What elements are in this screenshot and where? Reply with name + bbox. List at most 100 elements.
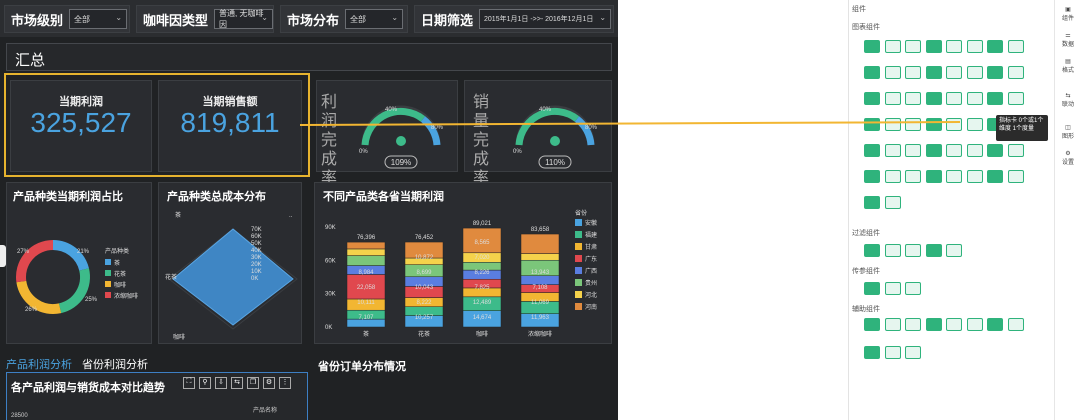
component-icon[interactable] <box>884 346 901 359</box>
component-icon[interactable] <box>987 144 1003 157</box>
component-icon[interactable] <box>925 144 942 157</box>
component-icon[interactable] <box>864 346 880 359</box>
component-icon[interactable] <box>884 170 901 183</box>
strip-data[interactable]: ⚌ 数据 <box>1055 32 1080 48</box>
component-icon[interactable] <box>884 318 901 331</box>
component-icon[interactable] <box>905 170 921 183</box>
component-icon[interactable] <box>966 92 983 105</box>
component-icon[interactable] <box>966 118 983 131</box>
strip-shape[interactable]: ◫ 图形 <box>1055 124 1080 140</box>
component-icon[interactable] <box>884 40 901 53</box>
component-icon[interactable] <box>864 66 880 79</box>
component-icon[interactable] <box>925 66 942 79</box>
component-icon[interactable] <box>966 144 983 157</box>
component-icon[interactable] <box>1007 144 1024 157</box>
component-icon[interactable] <box>884 92 901 105</box>
component-icon[interactable] <box>864 318 880 331</box>
component-icon[interactable] <box>966 170 983 183</box>
strip-link[interactable]: ⇆ 联动 <box>1055 92 1080 108</box>
component-icon[interactable] <box>905 144 921 157</box>
legend-swatch <box>105 281 111 287</box>
component-icon[interactable] <box>884 244 901 257</box>
component-icon[interactable] <box>987 40 1003 53</box>
filter-icon[interactable]: ⚲ <box>199 377 211 389</box>
strip-component[interactable]: ▣ 组件 <box>1055 6 1080 22</box>
component-icon[interactable] <box>946 40 962 53</box>
component-icon[interactable] <box>864 40 880 53</box>
component-icon[interactable] <box>925 118 942 131</box>
stacked-bar-card[interactable]: 不同产品类各省当期利润 90K 60K 30K 0K 76,396 茶 7,107 10,11… <box>314 182 612 344</box>
bar-total: 89,021 <box>473 221 492 227</box>
gauge-card-sales[interactable]: 销量完成率 0% 40% 80% 110% <box>464 80 612 187</box>
component-icon[interactable] <box>905 92 921 105</box>
component-icon[interactable] <box>966 318 983 331</box>
chart-section-title: 图表组件 <box>852 24 880 31</box>
bar-total: 76,452 <box>415 235 434 241</box>
component-icon[interactable] <box>1007 318 1024 331</box>
component-icon[interactable] <box>864 144 880 157</box>
component-icon[interactable] <box>864 170 880 183</box>
expand-icon[interactable]: ⛶ <box>183 377 195 389</box>
market-level-select[interactable]: 全部 ⌄ <box>69 9 128 29</box>
component-icon[interactable] <box>905 244 921 257</box>
component-icon[interactable] <box>946 92 962 105</box>
component-icon[interactable] <box>987 92 1003 105</box>
component-icon[interactable] <box>864 118 880 131</box>
component-icon[interactable] <box>925 170 942 183</box>
caffeine-select[interactable]: 普通, 无咖啡因 ⌄ <box>214 9 273 29</box>
donut-card[interactable]: 产品种类当期利润占比 27% 21% 25% 26% 产品种类 茶花茶 咖啡 浓缩咖… <box>6 182 152 344</box>
strip-label: 联动 <box>1061 102 1074 108</box>
component-icon[interactable] <box>864 282 880 295</box>
gauge-card-profit[interactable]: 利润完成率 0% 40% 80% 109% <box>316 80 458 187</box>
date-select[interactable]: 2015年1月1日 ->>- 2016年12月1日 ⌄ <box>479 9 612 29</box>
component-icon[interactable] <box>864 244 880 257</box>
component-icon[interactable] <box>905 118 921 131</box>
component-icon[interactable] <box>864 92 880 105</box>
copy-icon[interactable]: ❐ <box>247 377 259 389</box>
radar-axis-label: 咖啡 <box>173 333 185 341</box>
component-icon[interactable] <box>1007 40 1024 53</box>
component-icon[interactable] <box>987 66 1003 79</box>
component-icon[interactable] <box>987 318 1003 331</box>
component-icon[interactable] <box>905 282 921 295</box>
component-icon[interactable] <box>905 346 921 359</box>
radar-card[interactable]: 产品种类总成本分布 70K 60K 50K 40K 30K 20K 10K 0K… <box>158 182 302 344</box>
strip-format[interactable]: ▤ 格式 <box>1055 58 1080 74</box>
trend-card[interactable]: 各产品利润与销货成本对比趋势 ⛶ ⚲ ⇩ ⇆ ❐ ⚙ ⋮ 28500 产品名称 <box>6 372 308 420</box>
bar-segment <box>520 233 560 254</box>
component-icon[interactable] <box>905 66 921 79</box>
component-icon[interactable] <box>1007 66 1024 79</box>
component-icon[interactable] <box>884 196 901 209</box>
component-icon[interactable] <box>925 318 942 331</box>
component-icon[interactable] <box>884 66 901 79</box>
market-dist-select[interactable]: 全部 ⌄ <box>345 9 404 29</box>
link-icon[interactable]: ⇆ <box>231 377 243 389</box>
bar-data-label: 8,565 <box>474 240 490 246</box>
component-icon[interactable] <box>946 66 962 79</box>
more-icon[interactable]: ⋮ <box>279 377 291 389</box>
component-icon[interactable] <box>1007 170 1024 183</box>
settings-icon[interactable]: ⚙ <box>263 377 275 389</box>
radar-axis-label: .. <box>289 213 293 219</box>
component-icon[interactable] <box>966 40 983 53</box>
component-icon[interactable] <box>946 144 962 157</box>
strip-settings[interactable]: ⚙ 设置 <box>1055 150 1080 166</box>
component-icon[interactable] <box>1007 92 1024 105</box>
component-icon[interactable] <box>925 92 942 105</box>
component-icon[interactable] <box>946 118 962 131</box>
component-icon[interactable] <box>925 244 942 257</box>
component-icon[interactable] <box>946 244 962 257</box>
component-icon[interactable] <box>905 40 921 53</box>
component-icon[interactable] <box>864 196 880 209</box>
component-icon[interactable] <box>884 144 901 157</box>
export-icon[interactable]: ⇩ <box>215 377 227 389</box>
collapse-handle[interactable] <box>0 245 6 267</box>
component-icon[interactable] <box>946 170 962 183</box>
component-icon[interactable] <box>884 282 901 295</box>
component-icon[interactable] <box>925 40 942 53</box>
component-icon[interactable] <box>905 318 921 331</box>
component-icon[interactable] <box>987 170 1003 183</box>
component-icon[interactable] <box>966 66 983 79</box>
component-icon[interactable] <box>884 118 901 131</box>
component-icon[interactable] <box>946 318 962 331</box>
